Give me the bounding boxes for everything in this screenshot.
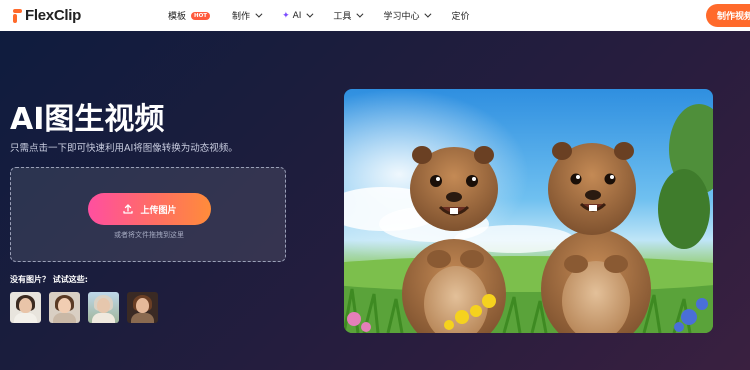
top-nav-bar: FlexClip 模板 HOT 制作 ✦ AI 工具 学习中心 定价 制作视频 (0, 0, 750, 31)
sample-image-2[interactable] (49, 292, 80, 323)
sample-images-list (10, 292, 158, 323)
nav-item-tools[interactable]: 工具 (333, 9, 364, 22)
nav-item-create[interactable]: 制作 (232, 9, 263, 22)
chevron-down-icon (255, 10, 263, 18)
nav-item-ai[interactable]: ✦ AI (282, 10, 314, 21)
nav-label: 定价 (451, 12, 470, 22)
upload-button-label: 上传图片 (140, 205, 177, 216)
nav-label: AI (292, 10, 302, 21)
sparkle-icon: ✦ (282, 10, 290, 21)
upload-image-button[interactable]: 上传图片 (88, 193, 211, 225)
logo-mark-icon (13, 8, 23, 23)
drag-drop-hint: 或者将文件拖拽到这里 (114, 231, 184, 239)
chevron-down-icon (306, 10, 314, 18)
upload-icon (122, 203, 134, 215)
hot-badge: HOT (191, 11, 211, 20)
main-nav: 模板 HOT 制作 ✦ AI 工具 学习中心 定价 (168, 0, 491, 31)
flexclip-logo[interactable]: FlexClip (13, 6, 81, 25)
sample-image-1[interactable] (10, 292, 41, 323)
nav-label: 工具 (333, 12, 352, 22)
chevron-down-icon (424, 10, 432, 18)
nav-item-learning-center[interactable]: 学习中心 (383, 9, 432, 22)
logo-text: FlexClip (25, 7, 81, 24)
page-subtitle: 只需点击一下即可快速利用AI将图像转换为动态视频。 (10, 143, 238, 154)
make-video-button[interactable]: 制作视频 (706, 4, 750, 27)
nav-label: 模板 (168, 12, 187, 22)
upload-dropzone[interactable]: 上传图片 或者将文件拖拽到这里 (10, 167, 286, 262)
nav-item-pricing[interactable]: 定价 (451, 9, 469, 22)
chevron-down-icon (356, 10, 364, 18)
page-title: AI图生视频 (10, 102, 165, 137)
nav-label: 学习中心 (383, 12, 420, 22)
nav-item-templates[interactable]: 模板 HOT (168, 9, 211, 22)
sample-images-label: 没有图片？ 试试这些: (10, 275, 88, 284)
sample-image-3[interactable] (88, 292, 119, 323)
preview-image (344, 89, 713, 333)
sample-image-4[interactable] (127, 292, 158, 323)
nav-label: 制作 (232, 12, 251, 22)
